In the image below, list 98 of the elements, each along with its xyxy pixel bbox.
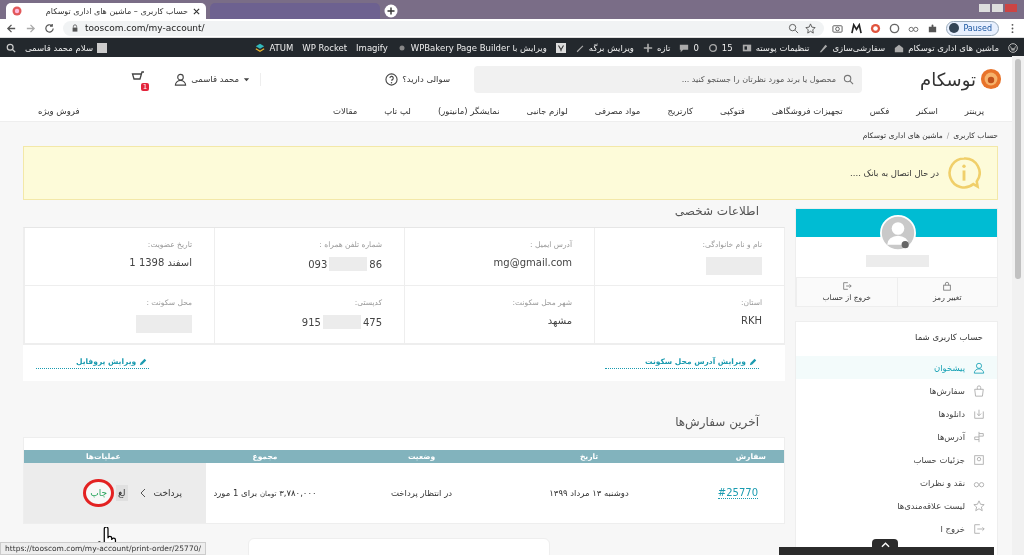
plus-icon: [642, 42, 653, 53]
home-icon: [894, 42, 905, 53]
nav-link[interactable]: اسکنر: [916, 106, 938, 116]
field-value: 1 اسفند 1398: [129, 257, 192, 268]
notice-text: در حال اتصال به بانک ....: [850, 168, 939, 178]
brush-icon: [818, 42, 829, 53]
nav-link[interactable]: لپ تاپ: [384, 106, 411, 116]
admin-bar-item[interactable]: ماشین های اداری توسکام: [894, 42, 999, 53]
menu-title: حساب کاربری شما: [914, 332, 984, 344]
pencil-icon: [139, 357, 148, 366]
lion-logo-icon[interactable]: [980, 68, 1002, 90]
extension-icon[interactable]: [851, 22, 863, 34]
menu-item[interactable]: خروج ا: [796, 517, 997, 540]
menu-item[interactable]: لیست علاقه‌مندی‌ها: [796, 494, 997, 517]
admin-bar-item[interactable]: 15: [707, 42, 733, 53]
exit-icon: [973, 522, 985, 535]
chevron-icon: [139, 488, 146, 498]
user-icon: [973, 361, 985, 374]
field-value: RKH: [740, 315, 762, 326]
question-icon: [385, 72, 399, 86]
menu-item[interactable]: آدرس‌ها: [796, 425, 997, 448]
star-icon: [973, 499, 985, 512]
nav-link[interactable]: مواد مصرفی: [594, 106, 641, 116]
field-value: 475: [362, 316, 382, 328]
admin-bar-item[interactable]: سفارشی‌سازی: [818, 42, 886, 53]
menu-item[interactable]: سفارش‌ها: [796, 379, 997, 402]
cancel-button[interactable]: لغ: [116, 485, 128, 501]
field-value: 86: [369, 258, 382, 270]
field-value: مشهد: [547, 315, 572, 326]
admin-bar-item[interactable]: WP Rocket: [302, 42, 348, 53]
admin-bar-item[interactable]: تازه: [642, 42, 671, 53]
nav-link[interactable]: پرینتر: [964, 106, 984, 116]
wordpress-logo-icon[interactable]: [1008, 42, 1018, 53]
scroll-top-button[interactable]: [872, 539, 898, 551]
admin-bar-item[interactable]: ویرایش با WPBakery Page Builder: [396, 42, 547, 53]
admin-bar-item[interactable]: 0: [679, 42, 699, 53]
nav-link[interactable]: لوازم جانبی: [526, 106, 568, 116]
nav-link[interactable]: فروش ویژه: [38, 106, 80, 116]
nav-link[interactable]: فتوکپی: [720, 106, 745, 116]
field-value: 093: [308, 258, 328, 270]
avatar-icon[interactable]: [880, 215, 916, 251]
new-tab-icon[interactable]: [384, 4, 398, 18]
admin-bar-item[interactable]: ATUM: [255, 42, 294, 53]
admin-bar-item[interactable]: Imagify: [356, 42, 388, 53]
info-icon: [947, 156, 981, 190]
caret-icon: [243, 75, 251, 83]
caret-up-icon: [880, 542, 890, 548]
star-icon[interactable]: [805, 22, 817, 34]
nav-link[interactable]: تجهیزات فروشگاهی: [771, 106, 843, 116]
back-icon[interactable]: [6, 22, 17, 34]
plugin-icon[interactable]: [555, 42, 566, 53]
user-icon: [174, 72, 188, 86]
admin-bar-item[interactable]: تنظیمات پوسته: [741, 42, 810, 53]
lock-icon: [942, 281, 953, 291]
layers-icon: [255, 42, 266, 53]
pay-button[interactable]: پرداخت: [151, 485, 184, 501]
search-icon[interactable]: [6, 42, 16, 53]
window-controls-icon[interactable]: [978, 3, 1018, 13]
id-card-icon: [973, 453, 985, 466]
menu-item[interactable]: دانلودها: [796, 402, 997, 425]
signpost-icon: [973, 430, 985, 443]
exit-icon: [841, 281, 852, 291]
bag-icon: [973, 384, 985, 397]
refresh-icon: [707, 42, 718, 53]
help-link[interactable]: سوالی دارید؟: [385, 72, 450, 86]
reload-icon[interactable]: [44, 22, 55, 34]
section-title: اطلاعات شخصی: [23, 204, 785, 227]
field-value: 915: [301, 316, 321, 328]
close-icon[interactable]: [193, 7, 200, 15]
address-field[interactable]: tooscom.com/my-account/: [63, 20, 825, 36]
account-greeting[interactable]: سلام محمد قاسمی: [25, 42, 108, 53]
admin-bar-item[interactable]: ویرایش برگه: [574, 42, 634, 53]
avatar-icon: [97, 42, 108, 53]
nav-link[interactable]: مقالات: [333, 106, 358, 116]
user-menu[interactable]: محمد قاسمی: [174, 72, 262, 86]
zoom-icon[interactable]: [788, 22, 800, 34]
logo-icon: [12, 6, 22, 16]
table-cell-text: در انتظار پرداخت: [389, 488, 454, 498]
download-icon: [973, 407, 985, 420]
site-logo[interactable]: توسکام: [920, 68, 976, 90]
avatar-icon: [949, 23, 960, 33]
puzzle-icon[interactable]: [927, 22, 939, 34]
camera-icon[interactable]: [832, 22, 844, 34]
nav-link[interactable]: کارتریج: [667, 106, 694, 116]
lock-icon: [71, 24, 79, 32]
profile-button[interactable]: Paused: [946, 20, 999, 36]
pencil-icon: [749, 357, 757, 366]
search-icon: [843, 73, 854, 85]
menu-item[interactable]: جزئیات حساب: [796, 448, 997, 471]
comment-icon: [679, 42, 690, 53]
menu-item[interactable]: نقد و نظرات: [796, 471, 997, 494]
layout-icon: [741, 42, 752, 53]
browser-tab[interactable]: حساب کاربری – ماشین های اداری توسکام: [6, 3, 206, 19]
table-cell-text: دوشنبه ۱۳ مرداد ۱۳۹۹: [548, 488, 630, 498]
field-value: mg@gmail.com: [493, 257, 572, 268]
nav-link[interactable]: نمایشگر (مانیتور): [437, 106, 500, 116]
search-field[interactable]: محصول یا برند مورد نظرتان را جستجو کنید ...: [474, 65, 862, 93]
nav-link[interactable]: فکس: [869, 106, 890, 116]
